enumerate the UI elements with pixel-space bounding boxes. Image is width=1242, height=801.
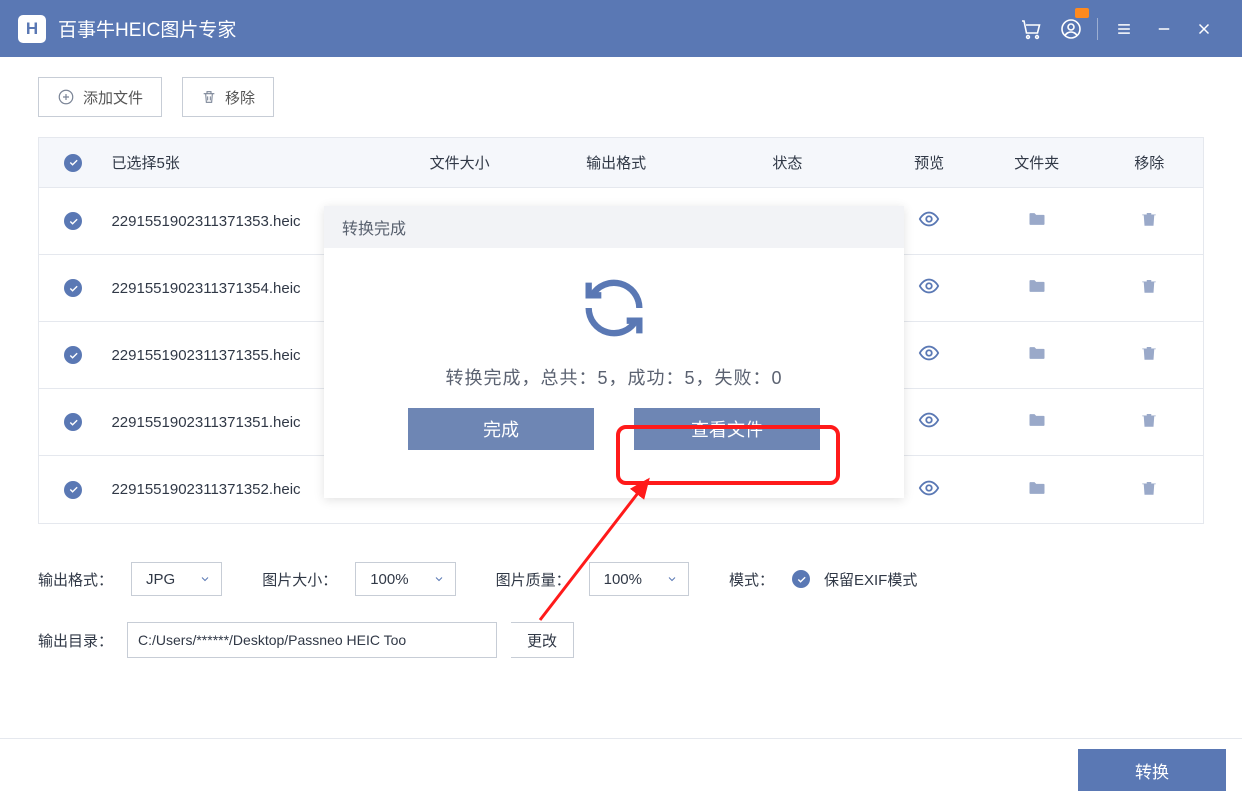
change-dir-button[interactable]: 更改 — [511, 622, 574, 658]
separator — [1097, 18, 1098, 40]
delete-icon[interactable] — [1140, 478, 1158, 498]
close-icon[interactable] — [1184, 0, 1224, 57]
row-checkbox[interactable] — [64, 279, 82, 297]
preview-icon[interactable] — [918, 409, 940, 431]
minimize-icon[interactable] — [1144, 0, 1184, 57]
img-quality-select[interactable]: 100% — [589, 562, 689, 596]
out-format-select[interactable]: JPG — [131, 562, 222, 596]
output-dir-row: 输出目录： 更改 — [38, 622, 1204, 658]
cart-icon[interactable] — [1011, 0, 1051, 57]
footer-separator — [0, 738, 1242, 739]
chevron-down-icon — [199, 573, 211, 585]
out-format-value: JPG — [146, 571, 175, 588]
col-format: 输出格式 — [538, 152, 695, 173]
folder-icon[interactable] — [1027, 410, 1047, 430]
exif-label: 保留EXIF模式 — [824, 569, 917, 590]
folder-icon[interactable] — [1027, 478, 1047, 498]
trash-icon — [201, 88, 217, 106]
dialog-summary: 转换完成，总共：5，成功：5，失败：0 — [445, 364, 782, 390]
row-checkbox[interactable] — [64, 481, 82, 499]
add-files-label: 添加文件 — [83, 87, 143, 108]
exif-checkbox[interactable] — [792, 570, 810, 588]
preview-icon[interactable] — [918, 477, 940, 499]
chevron-down-icon — [666, 573, 678, 585]
col-selected: 已选择5张 — [107, 152, 381, 173]
delete-icon[interactable] — [1140, 209, 1158, 229]
app-title: 百事牛HEIC图片专家 — [58, 15, 1011, 42]
img-quality-label: 图片质量： — [496, 569, 571, 590]
add-files-button[interactable]: 添加文件 — [38, 77, 162, 117]
delete-icon[interactable] — [1140, 410, 1158, 430]
col-folder: 文件夹 — [978, 152, 1095, 173]
col-remove: 移除 — [1095, 152, 1203, 173]
out-format-label: 输出格式： — [38, 569, 113, 590]
dialog-view-files-button[interactable]: 查看文件 — [634, 408, 820, 450]
plus-circle-icon — [57, 88, 75, 106]
img-size-label: 图片大小： — [262, 569, 337, 590]
preview-icon[interactable] — [918, 342, 940, 364]
app-logo: H — [18, 15, 46, 43]
folder-icon[interactable] — [1027, 276, 1047, 296]
options-row: 输出格式： JPG 图片大小： 100% 图片质量： 100% 模式： 保留EX… — [38, 562, 1204, 596]
user-icon[interactable] — [1051, 0, 1091, 57]
toolbar: 添加文件 移除 — [0, 57, 1242, 117]
title-bar: H 百事牛HEIC图片专家 — [0, 0, 1242, 57]
col-preview: 预览 — [880, 152, 978, 173]
dialog-title: 转换完成 — [324, 206, 904, 248]
remove-label: 移除 — [225, 87, 255, 108]
table-header: 已选择5张 文件大小 输出格式 状态 预览 文件夹 移除 — [39, 138, 1203, 188]
col-size: 文件大小 — [381, 152, 538, 173]
img-size-value: 100% — [370, 571, 408, 588]
badge-icon — [1075, 8, 1089, 18]
preview-icon[interactable] — [918, 275, 940, 297]
remove-button[interactable]: 移除 — [182, 77, 274, 117]
delete-icon[interactable] — [1140, 343, 1158, 363]
menu-icon[interactable] — [1104, 0, 1144, 57]
folder-icon[interactable] — [1027, 209, 1047, 229]
dialog-done-button[interactable]: 完成 — [408, 408, 594, 450]
convert-button[interactable]: 转换 — [1078, 749, 1226, 791]
refresh-icon — [576, 270, 652, 346]
mode-label: 模式： — [729, 569, 774, 590]
delete-icon[interactable] — [1140, 276, 1158, 296]
output-dir-label: 输出目录： — [38, 630, 113, 651]
row-checkbox[interactable] — [64, 346, 82, 364]
chevron-down-icon — [433, 573, 445, 585]
preview-icon[interactable] — [918, 208, 940, 230]
folder-icon[interactable] — [1027, 343, 1047, 363]
row-checkbox[interactable] — [64, 212, 82, 230]
img-quality-value: 100% — [604, 571, 642, 588]
row-checkbox[interactable] — [64, 413, 82, 431]
col-status: 状态 — [694, 152, 880, 173]
select-all-checkbox[interactable] — [64, 154, 82, 172]
output-dir-input[interactable] — [127, 622, 497, 658]
conversion-complete-dialog: 转换完成 转换完成，总共：5，成功：5，失败：0 完成 查看文件 — [324, 206, 904, 498]
img-size-select[interactable]: 100% — [355, 562, 455, 596]
